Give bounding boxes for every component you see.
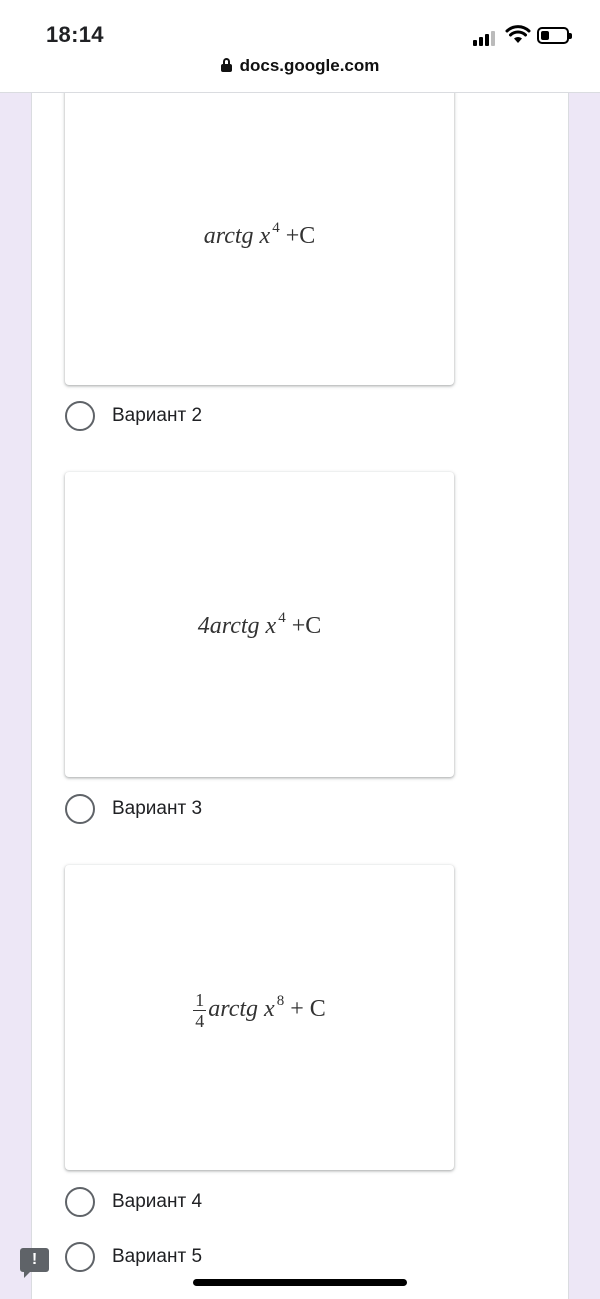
option-image-3: 1 4 arctg x8 + C <box>65 865 454 1170</box>
fraction: 14 <box>193 990 207 1031</box>
option-label: Вариант 3 <box>112 798 203 819</box>
status-bar: 18:14 docs.google.com <box>0 0 600 93</box>
option-label: Вариант 5 <box>112 1246 203 1267</box>
address-bar[interactable]: docs.google.com <box>0 56 600 82</box>
formula-3: 1 4 arctg x8 + C <box>193 990 326 1031</box>
radio-button[interactable] <box>65 1242 95 1272</box>
radio-button[interactable] <box>65 1187 95 1217</box>
lock-icon <box>220 58 232 72</box>
url-text: docs.google.com <box>239 56 380 75</box>
status-time: 18:14 <box>46 22 104 47</box>
option-image-1: arctg x4 +C <box>65 82 454 385</box>
report-feedback-icon[interactable]: ! <box>20 1248 49 1278</box>
formula-1: arctg x4 +C <box>203 220 316 249</box>
wifi-icon <box>505 25 531 43</box>
radio-button[interactable] <box>65 401 95 431</box>
cellular-signal-icon <box>473 30 497 46</box>
page-background-right <box>569 92 600 1299</box>
formula-2: 4arctg x4 +C <box>197 610 322 639</box>
page-background-left <box>0 92 31 1299</box>
option-image-2: 4arctg x4 +C <box>65 472 454 777</box>
battery-icon <box>537 27 572 44</box>
home-indicator[interactable] <box>193 1279 407 1286</box>
radio-button[interactable] <box>65 794 95 824</box>
option-label: Вариант 2 <box>112 405 203 426</box>
option-label: Вариант 4 <box>112 1191 203 1212</box>
